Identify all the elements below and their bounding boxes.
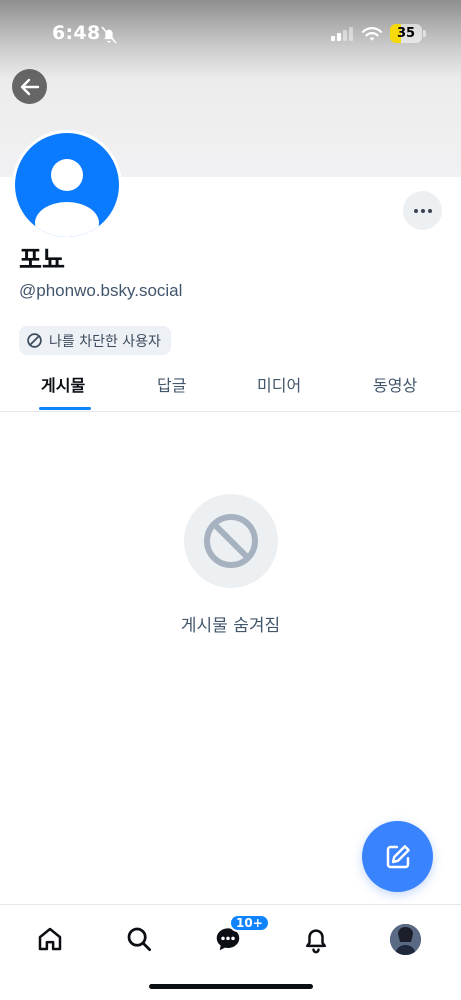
display-name: 포뇨 xyxy=(19,245,66,274)
battery-level: 35 xyxy=(396,26,416,41)
active-tab-indicator xyxy=(39,407,91,410)
bell-off-icon xyxy=(101,26,117,44)
tab-replies[interactable]: 답글 xyxy=(157,372,186,396)
status-bar: 6:48 35 xyxy=(0,0,461,68)
empty-state-icon-container xyxy=(184,494,278,588)
nav-search[interactable] xyxy=(119,919,159,959)
home-indicator xyxy=(149,984,313,989)
profile-handle: @phonwo.bsky.social xyxy=(19,281,183,300)
more-options-button[interactable] xyxy=(403,191,442,230)
back-button[interactable] xyxy=(12,69,47,104)
nav-profile[interactable] xyxy=(385,919,425,959)
profile-avatar xyxy=(389,923,421,955)
dot xyxy=(413,208,418,213)
blocked-badge-label: 나를 차단한 사용자 xyxy=(49,333,161,350)
profile-tabs: 게시물 답글 미디어 동영상 xyxy=(0,360,461,412)
chat-unread-badge: 10+ xyxy=(229,914,270,932)
battery-tip xyxy=(423,30,426,37)
signal-icon xyxy=(331,27,353,41)
tab-posts[interactable]: 게시물 xyxy=(41,372,85,396)
compose-button[interactable] xyxy=(362,821,433,892)
wifi-icon xyxy=(361,27,383,41)
tab-media[interactable]: 미디어 xyxy=(257,372,301,396)
dot xyxy=(420,208,425,213)
dot xyxy=(427,208,432,213)
search-icon xyxy=(127,927,151,951)
block-icon xyxy=(27,333,42,348)
compose-icon xyxy=(386,844,410,868)
prohibited-icon xyxy=(204,514,258,568)
avatar[interactable] xyxy=(12,130,122,240)
battery-icon: 35 xyxy=(390,24,422,43)
empty-state-message: 게시물 숨겨짐 xyxy=(180,616,281,636)
tab-videos[interactable]: 동영상 xyxy=(373,372,417,396)
nav-home[interactable] xyxy=(30,919,70,959)
status-time: 6:48 xyxy=(52,22,101,44)
blocked-by-user-badge: 나를 차단한 사용자 xyxy=(19,326,171,355)
home-icon xyxy=(38,927,62,951)
default-avatar-icon xyxy=(15,133,119,237)
bell-icon xyxy=(306,929,326,954)
nav-notifications[interactable] xyxy=(296,919,336,959)
arrow-left-icon xyxy=(20,78,39,95)
